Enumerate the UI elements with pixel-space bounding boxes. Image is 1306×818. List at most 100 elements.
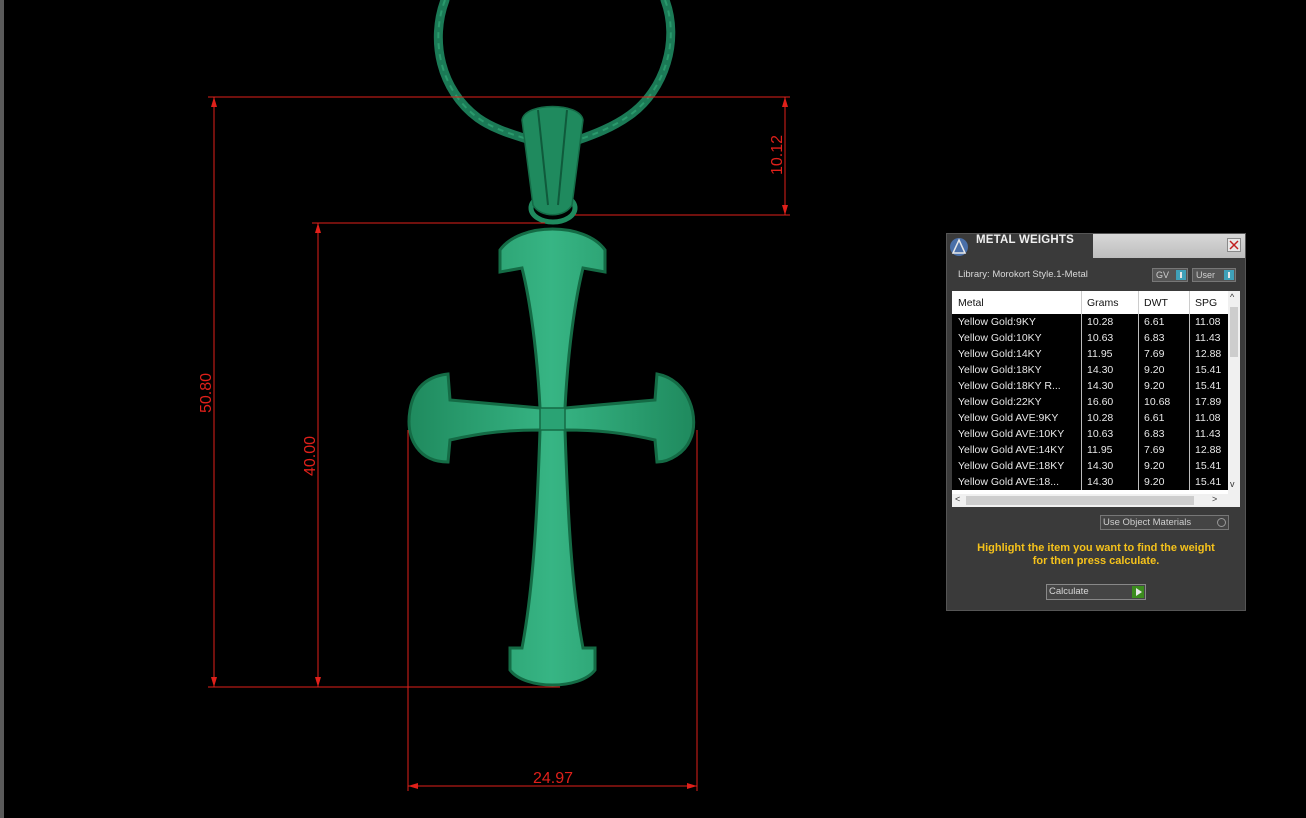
column-separator <box>1081 410 1082 426</box>
table-row[interactable]: Yellow Gold AVE:14KY 11.95 7.69 12.88 <box>952 442 1228 458</box>
column-separator <box>1081 314 1082 330</box>
cell-metal: Yellow Gold AVE:14KY <box>958 444 1065 456</box>
instruction-line-1: Highlight the item you want to find the … <box>977 542 1215 554</box>
cell-grams: 11.95 <box>1087 444 1113 456</box>
cell-spg: 17.89 <box>1195 396 1222 408</box>
table-row[interactable]: Yellow Gold:22KY 16.60 10.68 17.89 <box>952 394 1228 410</box>
dimension-lines <box>208 96 790 791</box>
column-separator <box>1189 426 1190 442</box>
column-separator <box>1081 346 1082 362</box>
dimension-width: 24.97 <box>533 770 573 787</box>
column-header-spg[interactable]: SPG <box>1195 297 1217 309</box>
dimension-cross-height: 40.00 <box>302 436 319 476</box>
table-row[interactable]: Yellow Gold:18KY R... 14.30 9.20 15.41 <box>952 378 1228 394</box>
cross-pendant <box>407 227 696 687</box>
table-row[interactable]: Yellow Gold AVE:18... 14.30 9.20 15.41 <box>952 474 1228 490</box>
cell-grams: 10.28 <box>1087 412 1114 424</box>
column-header-dwt[interactable]: DWT <box>1144 297 1168 309</box>
column-separator <box>1189 378 1190 394</box>
table-row[interactable]: Yellow Gold:18KY 14.30 9.20 15.41 <box>952 362 1228 378</box>
gv-toggle[interactable]: GV <box>1152 268 1188 282</box>
metal-table[interactable]: Metal Grams DWT SPG Yellow Gold:9KY 10.28… <box>952 291 1240 507</box>
table-row[interactable]: Yellow Gold:9KY 10.28 6.61 11.08 <box>952 314 1228 330</box>
table-row[interactable]: Yellow Gold:10KY 10.63 6.83 11.43 <box>952 330 1228 346</box>
column-separator <box>1138 346 1139 362</box>
user-toggle-label: User <box>1196 270 1216 280</box>
vertical-scrollbar[interactable]: ^ v <box>1228 291 1240 494</box>
column-header-grams[interactable]: Grams <box>1087 297 1119 309</box>
app-logo-icon <box>950 238 968 256</box>
table-row[interactable]: Yellow Gold AVE:10KY 10.63 6.83 11.43 <box>952 426 1228 442</box>
cell-metal: Yellow Gold:14KY <box>958 348 1042 360</box>
table-row[interactable]: Yellow Gold:14KY 11.95 7.69 12.88 <box>952 346 1228 362</box>
cell-grams: 16.60 <box>1087 396 1114 408</box>
cell-dwt: 9.20 <box>1144 364 1165 376</box>
panel-titlebar[interactable]: METAL WEIGHTS <box>947 234 1245 258</box>
cell-grams: 14.30 <box>1087 364 1114 376</box>
cell-spg: 11.43 <box>1195 332 1221 344</box>
column-separator <box>1138 362 1139 378</box>
column-separator <box>1189 474 1190 490</box>
column-separator <box>1138 474 1139 490</box>
close-icon <box>1229 240 1239 250</box>
cell-dwt: 9.20 <box>1144 380 1165 392</box>
cell-dwt: 7.69 <box>1144 348 1165 360</box>
cell-dwt: 6.61 <box>1144 412 1165 424</box>
table-header: Metal Grams DWT SPG <box>952 291 1228 314</box>
scroll-up-icon[interactable]: ^ <box>1230 292 1234 302</box>
column-separator <box>1081 442 1082 458</box>
radio-icon <box>1217 518 1226 527</box>
cell-grams: 10.63 <box>1087 332 1114 344</box>
use-object-materials-label: Use Object Materials <box>1103 517 1192 528</box>
column-header-metal[interactable]: Metal <box>958 297 984 309</box>
cell-grams: 10.28 <box>1087 316 1114 328</box>
table-row[interactable]: Yellow Gold AVE:9KY 10.28 6.61 11.08 <box>952 410 1228 426</box>
panel-title: METAL WEIGHTS <box>976 234 1075 246</box>
scroll-left-icon[interactable]: < <box>955 494 960 504</box>
cell-dwt: 7.69 <box>1144 444 1165 456</box>
cell-metal: Yellow Gold AVE:10KY <box>958 428 1065 440</box>
cell-spg: 15.41 <box>1195 380 1222 392</box>
vertical-scroll-thumb[interactable] <box>1230 307 1238 357</box>
cell-dwt: 9.20 <box>1144 460 1165 472</box>
cell-spg: 12.88 <box>1195 348 1222 360</box>
toggle-knob-icon <box>1176 270 1186 280</box>
column-separator <box>1138 410 1139 426</box>
column-separator <box>1081 474 1082 490</box>
cell-spg: 11.08 <box>1195 412 1221 424</box>
dimension-bail-height: 10.12 <box>769 135 786 175</box>
play-icon <box>1132 586 1144 598</box>
cell-dwt: 6.61 <box>1144 316 1165 328</box>
column-separator <box>1138 378 1139 394</box>
cell-spg: 15.41 <box>1195 364 1222 376</box>
table-body: Yellow Gold:9KY 10.28 6.61 11.08 Yellow Gold… <box>952 314 1228 490</box>
horizontal-scroll-thumb[interactable] <box>966 496 1194 505</box>
calculate-button[interactable]: Calculate <box>1046 584 1146 600</box>
cell-metal: Yellow Gold:10KY <box>958 332 1042 344</box>
scroll-down-icon[interactable]: v <box>1230 479 1235 489</box>
column-separator <box>1138 394 1139 410</box>
cell-spg: 11.08 <box>1195 316 1221 328</box>
close-button[interactable] <box>1227 238 1241 252</box>
use-object-materials-toggle[interactable]: Use Object Materials <box>1100 515 1229 530</box>
user-toggle[interactable]: User <box>1192 268 1236 282</box>
cell-metal: Yellow Gold:18KY R... <box>958 380 1061 392</box>
column-separator <box>1189 394 1190 410</box>
cell-dwt: 6.83 <box>1144 428 1165 440</box>
column-separator <box>1138 458 1139 474</box>
cell-metal: Yellow Gold AVE:18... <box>958 476 1059 488</box>
gv-toggle-label: GV <box>1156 270 1170 280</box>
cell-metal: Yellow Gold:18KY <box>958 364 1042 376</box>
cell-dwt: 9.20 <box>1144 476 1165 488</box>
scroll-right-icon[interactable]: > <box>1212 494 1217 504</box>
bail <box>521 105 584 225</box>
column-separator <box>1081 426 1082 442</box>
horizontal-scrollbar[interactable]: < > <box>952 494 1240 507</box>
cell-grams: 14.30 <box>1087 380 1114 392</box>
calculate-label: Calculate <box>1049 586 1089 597</box>
cell-spg: 11.43 <box>1195 428 1221 440</box>
cell-metal: Yellow Gold:22KY <box>958 396 1042 408</box>
column-separator <box>1138 442 1139 458</box>
column-separator <box>1081 394 1082 410</box>
table-row[interactable]: Yellow Gold AVE:18KY 14.30 9.20 15.41 <box>952 458 1228 474</box>
